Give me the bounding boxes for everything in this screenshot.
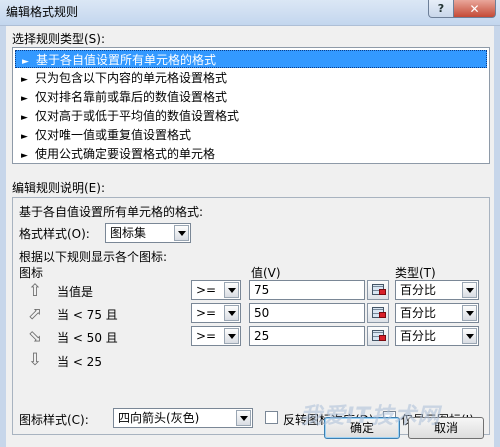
- cell-reference-icon[interactable]: [367, 280, 389, 300]
- condition-label: 当值是: [57, 285, 94, 299]
- rule-type-item[interactable]: ► 只为包含以下内容的单元格设置格式: [15, 69, 487, 87]
- format-all-label: 基于各自值设置所有单元格的格式:: [19, 205, 204, 219]
- cancel-button[interactable]: 取消: [408, 417, 484, 439]
- chevron-down-icon[interactable]: [462, 305, 477, 321]
- value-input[interactable]: 25: [249, 326, 365, 346]
- chevron-down-icon[interactable]: [174, 225, 189, 241]
- window-controls: ? ✕: [428, 0, 496, 18]
- rule-type-label: 基于各自值设置所有单元格的格式: [36, 53, 217, 67]
- condition-label: 当 < 75 且: [57, 308, 118, 322]
- rule-type-label: 仅对排名靠前或靠后的数值设置格式: [35, 90, 228, 104]
- title-bar: 编辑格式规则 ? ✕: [0, 0, 500, 26]
- rule-type-item[interactable]: ► 基于各自值设置所有单元格的格式: [15, 50, 487, 68]
- type-select[interactable]: 百分比: [395, 303, 479, 323]
- window-title: 编辑格式规则: [6, 5, 79, 19]
- edit-rule-heading: 编辑规则说明(E):: [12, 181, 105, 195]
- format-style-value: 图标集: [110, 226, 147, 240]
- ok-button[interactable]: 确定: [324, 417, 400, 439]
- chevron-down-icon[interactable]: [462, 282, 477, 298]
- type-value: 百分比: [400, 283, 437, 297]
- rule-type-label: 仅对唯一值或重复值设置格式: [35, 128, 192, 142]
- rule-type-heading: 选择规则类型(S):: [12, 32, 106, 46]
- type-value: 百分比: [400, 306, 437, 320]
- value-input[interactable]: 75: [249, 280, 365, 300]
- dialog-body: 选择规则类型(S): ► 基于各自值设置所有单元格的格式 ► 只为包含以下内容的单元…: [0, 26, 500, 447]
- column-type-header: 类型(T): [395, 266, 436, 280]
- edit-rule-group: 基于各自值设置所有单元格的格式: 格式样式(O): 图标集 根据以下规则显示各个…: [12, 197, 490, 435]
- bullet-arrow-icon: ►: [21, 113, 28, 123]
- chevron-down-icon[interactable]: [236, 410, 251, 426]
- bullet-arrow-icon: ►: [21, 75, 28, 85]
- close-button[interactable]: ✕: [454, 0, 496, 18]
- operator-select[interactable]: >=: [191, 303, 241, 323]
- operator-select[interactable]: >=: [191, 326, 241, 346]
- down-arrow-icon[interactable]: ⇩: [25, 350, 45, 370]
- operator-value: >=: [196, 306, 217, 320]
- up-right-arrow-icon[interactable]: ⬀: [25, 304, 45, 324]
- operator-select[interactable]: >=: [191, 280, 241, 300]
- column-icon-header: 图标: [19, 266, 44, 280]
- rule-type-item[interactable]: ► 仅对唯一值或重复值设置格式: [15, 126, 487, 144]
- value-input[interactable]: 50: [249, 303, 365, 323]
- icon-style-label: 图标样式(C):: [19, 413, 89, 427]
- format-style-select[interactable]: 图标集: [105, 223, 191, 243]
- type-value: 百分比: [400, 329, 437, 343]
- chevron-down-icon[interactable]: [224, 305, 239, 321]
- rule-type-list[interactable]: ► 基于各自值设置所有单元格的格式 ► 只为包含以下内容的单元格设置格式 ► 仅对排名…: [12, 47, 490, 164]
- rule-type-label: 仅对高于或低于平均值的数值设置格式: [35, 109, 240, 123]
- rule-type-label: 只为包含以下内容的单元格设置格式: [35, 71, 228, 85]
- bullet-arrow-icon: ►: [21, 94, 28, 104]
- chevron-down-icon[interactable]: [224, 282, 239, 298]
- icon-style-select[interactable]: 四向箭头(灰色): [113, 408, 253, 428]
- bullet-arrow-icon: ►: [21, 151, 28, 161]
- column-value-header: 值(V): [251, 266, 281, 280]
- chevron-down-icon[interactable]: [224, 328, 239, 344]
- rule-type-item[interactable]: ► 仅对排名靠前或靠后的数值设置格式: [15, 88, 487, 106]
- help-button[interactable]: ?: [428, 0, 454, 18]
- type-select[interactable]: 百分比: [395, 280, 479, 300]
- condition-label: 当 < 50 且: [57, 331, 118, 345]
- reverse-order-checkbox[interactable]: [265, 411, 278, 424]
- up-arrow-icon[interactable]: ⇧: [25, 281, 45, 301]
- rule-type-label: 使用公式确定要设置格式的单元格: [35, 147, 216, 161]
- condition-label: 当 < 25: [57, 355, 102, 369]
- format-style-label: 格式样式(O):: [19, 227, 90, 241]
- cell-reference-icon[interactable]: [367, 303, 389, 323]
- chevron-down-icon[interactable]: [462, 328, 477, 344]
- type-select[interactable]: 百分比: [395, 326, 479, 346]
- rule-type-item[interactable]: ► 使用公式确定要设置格式的单元格: [15, 145, 487, 163]
- bullet-arrow-icon: ►: [21, 132, 28, 142]
- rule-type-item[interactable]: ► 仅对高于或低于平均值的数值设置格式: [15, 107, 487, 125]
- cell-reference-icon[interactable]: [367, 326, 389, 346]
- down-right-arrow-icon[interactable]: ⬂: [25, 327, 45, 347]
- operator-value: >=: [196, 329, 217, 343]
- rules-label: 根据以下规则显示各个图标:: [19, 250, 168, 264]
- icon-style-value: 四向箭头(灰色): [118, 411, 200, 425]
- operator-value: >=: [196, 283, 217, 297]
